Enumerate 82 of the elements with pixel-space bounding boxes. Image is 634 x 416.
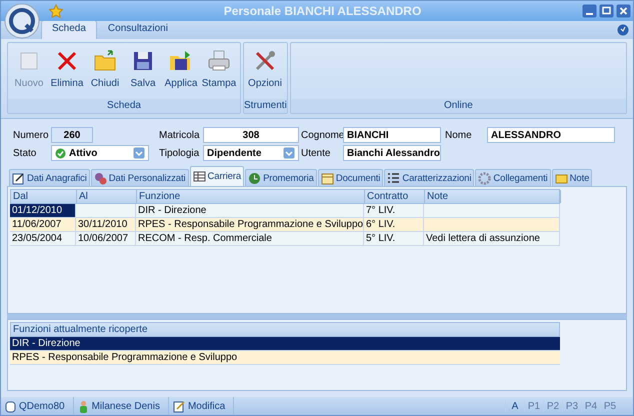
field-label: Numero <box>13 130 50 140</box>
group-label: Strumenti <box>244 99 287 113</box>
table-icon <box>192 170 206 183</box>
status-indicator: P1 <box>524 400 543 412</box>
status-indicator: P5 <box>600 400 619 412</box>
tab[interactable]: Note <box>552 169 592 186</box>
database-status: QDemo80 <box>1 397 74 415</box>
column-header[interactable]: Funzione <box>137 190 365 203</box>
close-button[interactable] <box>616 4 631 18</box>
column-header[interactable]: Funzioni attualmente ricoperte <box>10 322 560 337</box>
field-label: Cognome <box>301 130 343 140</box>
user-status: Milanese Denis <box>74 397 169 415</box>
group-label: Scheda <box>8 99 240 113</box>
column-header[interactable]: Note <box>425 190 561 203</box>
database-icon <box>5 400 16 412</box>
edit-icon <box>172 400 185 412</box>
field-label: Stato <box>13 148 38 158</box>
tab[interactable]: Caratterizzazioni <box>384 169 474 186</box>
status-dropdown[interactable]: Attivo <box>51 145 149 161</box>
column-header[interactable]: Contratto <box>365 190 425 203</box>
table-cell: 11/06/2007 <box>10 218 76 231</box>
type-dropdown[interactable]: Dipendente <box>203 145 299 161</box>
status-indicator: P3 <box>562 400 581 412</box>
mode-status: Modifica <box>168 397 234 415</box>
tab[interactable]: Dati Personalizzati <box>90 169 189 186</box>
window-title: Personale BIANCHI ALESSANDRO <box>222 4 422 18</box>
table-cell: Vedi lettera di assunzione <box>424 232 560 245</box>
gear-icon <box>478 172 492 184</box>
dropdown-button[interactable] <box>133 147 145 159</box>
calendar-icon <box>320 172 334 184</box>
input-field[interactable]: BIANCHI <box>343 127 441 143</box>
clock-icon <box>248 172 262 184</box>
star-icon[interactable] <box>49 4 63 18</box>
toolbar-button[interactable]: Salva <box>124 45 162 99</box>
table-cell: 5° LIV. <box>364 232 424 245</box>
input-field[interactable]: ALESSANDRO <box>487 127 615 143</box>
table-cell: DIR - Direzione <box>136 204 364 217</box>
ribbon-tab[interactable]: Consultazioni <box>96 20 179 39</box>
edit-icon <box>12 172 25 184</box>
note-icon <box>554 172 568 184</box>
check-icon <box>55 148 66 158</box>
table-cell: RPES - Responsabile Programmazione e Sviluppo <box>136 218 364 231</box>
toolbar-button[interactable]: Elimina <box>48 45 86 99</box>
help-icon[interactable] <box>617 24 629 36</box>
table-cell: RECOM - Resp. Commerciale <box>136 232 364 245</box>
status-indicator: P4 <box>581 400 600 412</box>
table-cell: 23/05/2004 <box>10 232 76 245</box>
field-label: Matricola <box>159 130 201 140</box>
maximize-button[interactable] <box>599 4 614 18</box>
table-cell: 01/12/2010 <box>10 204 76 217</box>
number-field: 260 <box>51 127 93 143</box>
input-field[interactable]: 308 <box>203 127 299 143</box>
dropdown-button[interactable] <box>283 147 295 159</box>
field-label: Nome <box>445 130 473 140</box>
table-cell: 6° LIV. <box>364 218 424 231</box>
table-row[interactable]: DIR - Direzione <box>10 337 560 351</box>
field-label: Utente <box>301 148 332 158</box>
field-label: Tipologia <box>159 148 200 158</box>
list-icon <box>387 172 400 184</box>
table-cell: 10/06/2007 <box>76 232 136 245</box>
toolbar-button[interactable]: Chiudi <box>86 45 124 99</box>
minimize-button[interactable] <box>582 4 597 18</box>
column-header[interactable]: Al <box>77 190 137 203</box>
tab[interactable]: Carriera <box>190 166 244 186</box>
column-header[interactable]: Dal <box>11 190 77 203</box>
tab[interactable]: Collegamenti <box>475 169 551 186</box>
status-indicator: A <box>505 400 524 412</box>
ribbon-tab[interactable]: Scheda <box>41 20 97 39</box>
table-row[interactable]: RPES - Responsabile Programmazione e Sviluppo <box>10 351 560 365</box>
toolbar-button[interactable]: Opzioni <box>246 45 284 99</box>
tab[interactable]: Dati Anagrafici <box>9 169 90 186</box>
user-field[interactable]: Bianchi Alessandro <box>343 145 441 161</box>
tab[interactable]: Documenti <box>318 169 384 186</box>
table-cell: 30/11/2010 <box>76 218 136 231</box>
person-icon <box>78 400 89 412</box>
tab[interactable]: Promemoria <box>245 169 317 186</box>
toolbar-button[interactable]: Applica <box>162 45 200 99</box>
gears-icon <box>94 172 107 184</box>
status-indicator: P2 <box>543 400 562 412</box>
group-label: Online <box>290 99 626 113</box>
toolbar-button[interactable]: Stampa <box>200 45 238 99</box>
table-cell: 7° LIV. <box>364 204 424 217</box>
